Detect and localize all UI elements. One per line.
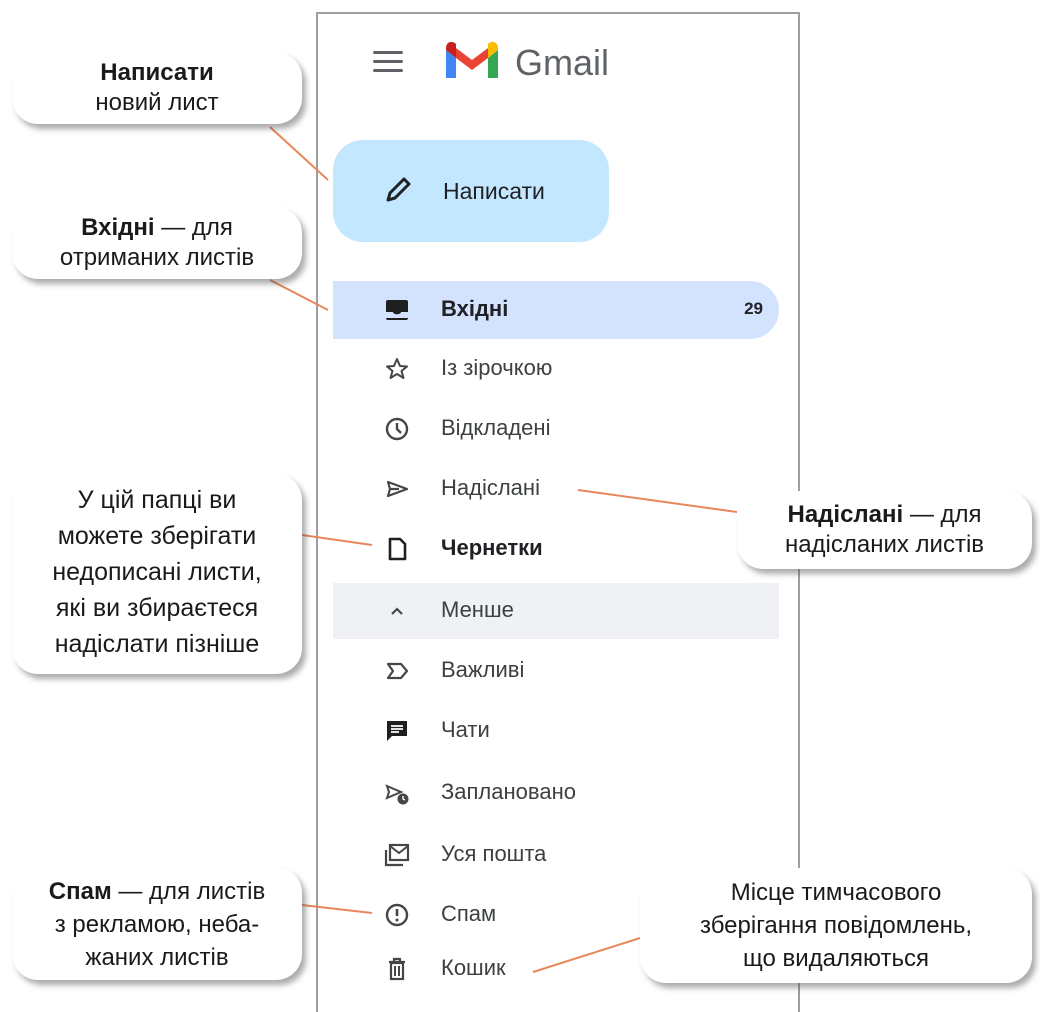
callout-spam: Спам — для листів з рекламою, неба- жани… bbox=[12, 867, 302, 980]
callout-drafts: У цій папці ви можете зберігати недописа… bbox=[12, 474, 302, 674]
callout-sent: Надіслані — для надісланих листів bbox=[737, 491, 1032, 569]
callout-trash: Місце тимчасового зберігання повідомлень… bbox=[640, 868, 1032, 983]
callout-compose: Написати новий лист bbox=[12, 52, 302, 124]
callout-inbox: Вхідні — для отриманих листів bbox=[12, 207, 302, 279]
